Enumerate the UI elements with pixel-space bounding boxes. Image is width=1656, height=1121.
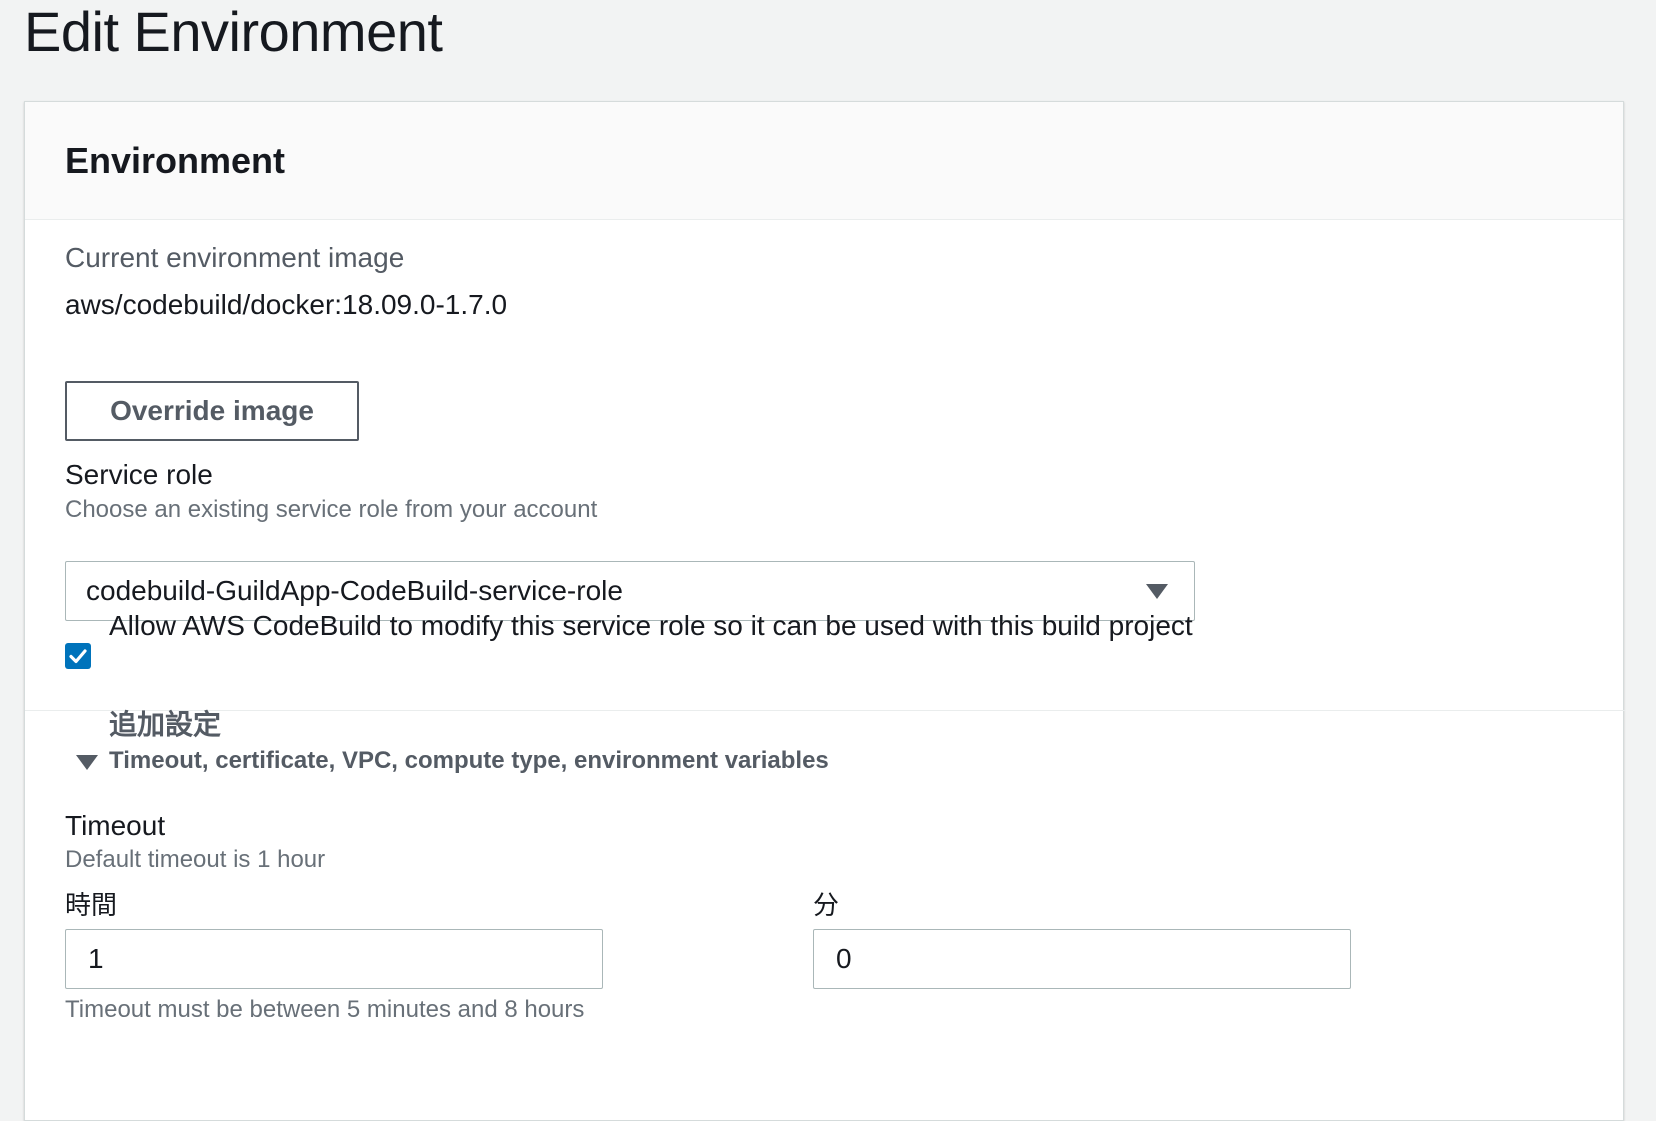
timeout-constraint: Timeout must be between 5 minutes and 8 …	[65, 996, 585, 1023]
panel-title: Environment	[65, 140, 286, 181]
environment-panel: Environment Current environment image aw…	[24, 101, 1625, 1121]
minutes-label: 分	[813, 890, 840, 920]
hours-input[interactable]	[65, 929, 603, 989]
current-image-value: aws/codebuild/docker:18.09.0-1.7.0	[65, 289, 508, 320]
allow-modify-label: Allow AWS CodeBuild to modify this servi…	[109, 610, 1193, 641]
current-image-label: Current environment image	[65, 242, 405, 273]
timeout-description: Default timeout is 1 hour	[65, 846, 326, 873]
service-role-selected-value: codebuild-GuildApp-CodeBuild-service-rol…	[86, 575, 623, 606]
section-divider	[25, 710, 1625, 711]
allow-modify-checkbox[interactable]	[65, 643, 91, 669]
checkmark-icon	[69, 649, 87, 664]
timeout-label: Timeout	[65, 810, 166, 841]
panel-header: Environment	[25, 102, 1623, 220]
additional-settings-toggle[interactable]: 追加設定	[109, 703, 221, 743]
service-role-label: Service role	[65, 459, 213, 490]
page-title: Edit Environment	[24, 0, 443, 63]
minutes-input[interactable]	[813, 929, 1351, 989]
service-role-description: Choose an existing service role from you…	[65, 496, 598, 523]
expand-caret-icon[interactable]	[76, 755, 98, 770]
override-image-button[interactable]: Override image	[65, 381, 359, 441]
hours-label: 時間	[65, 890, 118, 920]
additional-settings-subtitle: Timeout, certificate, VPC, compute type,…	[109, 747, 829, 774]
caret-down-icon	[1146, 584, 1168, 599]
